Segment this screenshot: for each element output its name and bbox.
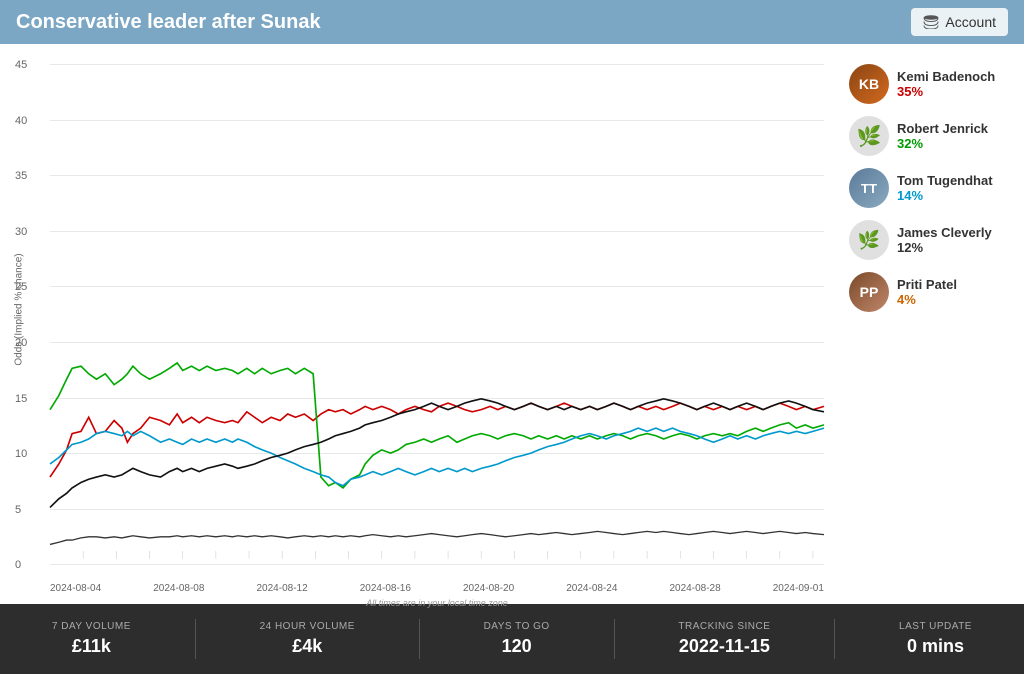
account-label: Account: [945, 14, 996, 30]
chart-inner: 45 40 35 30 25 20 15 10 5: [50, 64, 824, 564]
legend-name-tom: Tom Tugendhat: [897, 173, 993, 188]
legend-area: KB Kemi Badenoch 35% 🌿 Robert Jenrick 32…: [844, 44, 1024, 604]
tom-line: [50, 428, 824, 486]
legend-pct-tom: 14%: [897, 188, 993, 203]
legend-text-priti: Priti Patel 4%: [897, 277, 957, 307]
page-title: Conservative leader after Sunak: [16, 11, 321, 34]
stat-label-update: LAST UPDATE: [899, 621, 972, 632]
legend-name-priti: Priti Patel: [897, 277, 957, 292]
footer-divider-4: [834, 619, 835, 659]
legend-pct-james: 12%: [897, 240, 992, 255]
stat-label-24h: 24 HOUR VOLUME: [260, 621, 355, 632]
stat-value-tracking: 2022-11-15: [678, 636, 770, 657]
legend-pct-kemi: 35%: [897, 84, 995, 99]
chart-area: Odds (Implied % chance) 45 40 35 30 25: [0, 44, 844, 604]
legend-item-james: 🌿 James Cleverly 12%: [849, 220, 1014, 260]
legend-pct-priti: 4%: [897, 292, 957, 307]
footer-divider-1: [195, 619, 196, 659]
x-label-1: 2024-08-04: [50, 583, 101, 594]
stat-value-update: 0 mins: [899, 636, 972, 657]
avatar-priti: PP: [849, 272, 889, 312]
avatar-tom: TT: [849, 168, 889, 208]
chart-svg: [50, 64, 824, 564]
stat-label-tracking: TRACKING SINCE: [678, 621, 770, 632]
priti-line: [50, 531, 824, 544]
x-label-6: 2024-08-24: [566, 583, 617, 594]
x-label-4: 2024-08-16: [360, 583, 411, 594]
footer-stat-24h: 24 HOUR VOLUME £4k: [260, 621, 355, 657]
robert-line: [50, 363, 824, 488]
legend-item-robert: 🌿 Robert Jenrick 32%: [849, 116, 1014, 156]
legend-item-priti: PP Priti Patel 4%: [849, 272, 1014, 312]
x-label-7: 2024-08-28: [670, 583, 721, 594]
x-label-3: 2024-08-12: [257, 583, 308, 594]
tick-marks: [83, 551, 813, 559]
footer-stat-tracking: TRACKING SINCE 2022-11-15: [678, 621, 770, 657]
legend-text-tom: Tom Tugendhat 14%: [897, 173, 993, 203]
legend-pct-robert: 32%: [897, 136, 988, 151]
footer-divider-2: [419, 619, 420, 659]
header: Conservative leader after Sunak Account: [0, 0, 1024, 44]
stat-value-days: 120: [484, 636, 550, 657]
x-label-8: 2024-09-01: [773, 583, 824, 594]
footer-stat-update: LAST UPDATE 0 mins: [899, 621, 972, 657]
stat-value-7day: £11k: [52, 636, 131, 657]
x-label-2: 2024-08-08: [153, 583, 204, 594]
james-line: [50, 399, 824, 508]
legend-text-kemi: Kemi Badenoch 35%: [897, 69, 995, 99]
x-axis-labels: 2024-08-04 2024-08-08 2024-08-12 2024-08…: [50, 583, 824, 594]
chart-container: Odds (Implied % chance) 45 40 35 30 25: [10, 54, 834, 604]
account-button[interactable]: Account: [911, 8, 1008, 36]
stat-label-7day: 7 DAY VOLUME: [52, 621, 131, 632]
legend-item-tom: TT Tom Tugendhat 14%: [849, 168, 1014, 208]
stat-label-days: DAYS TO GO: [484, 621, 550, 632]
legend-item-kemi: KB Kemi Badenoch 35%: [849, 64, 1014, 104]
footer-stat-days: DAYS TO GO 120: [484, 621, 550, 657]
legend-text-robert: Robert Jenrick 32%: [897, 121, 988, 151]
legend-text-james: James Cleverly 12%: [897, 225, 992, 255]
footer-divider-3: [614, 619, 615, 659]
legend-name-robert: Robert Jenrick: [897, 121, 988, 136]
avatar-robert: 🌿: [849, 116, 889, 156]
legend-name-kemi: Kemi Badenoch: [897, 69, 995, 84]
timezone-note: All times are in your local time zone: [50, 598, 824, 608]
footer: 7 DAY VOLUME £11k 24 HOUR VOLUME £4k DAY…: [0, 604, 1024, 674]
main-content: Odds (Implied % chance) 45 40 35 30 25: [0, 44, 1024, 604]
avatar-kemi: KB: [849, 64, 889, 104]
footer-stat-7day: 7 DAY VOLUME £11k: [52, 621, 131, 657]
x-label-5: 2024-08-20: [463, 583, 514, 594]
avatar-james: 🌿: [849, 220, 889, 260]
database-icon: [923, 15, 939, 29]
legend-name-james: James Cleverly: [897, 225, 992, 240]
stat-value-24h: £4k: [260, 636, 355, 657]
